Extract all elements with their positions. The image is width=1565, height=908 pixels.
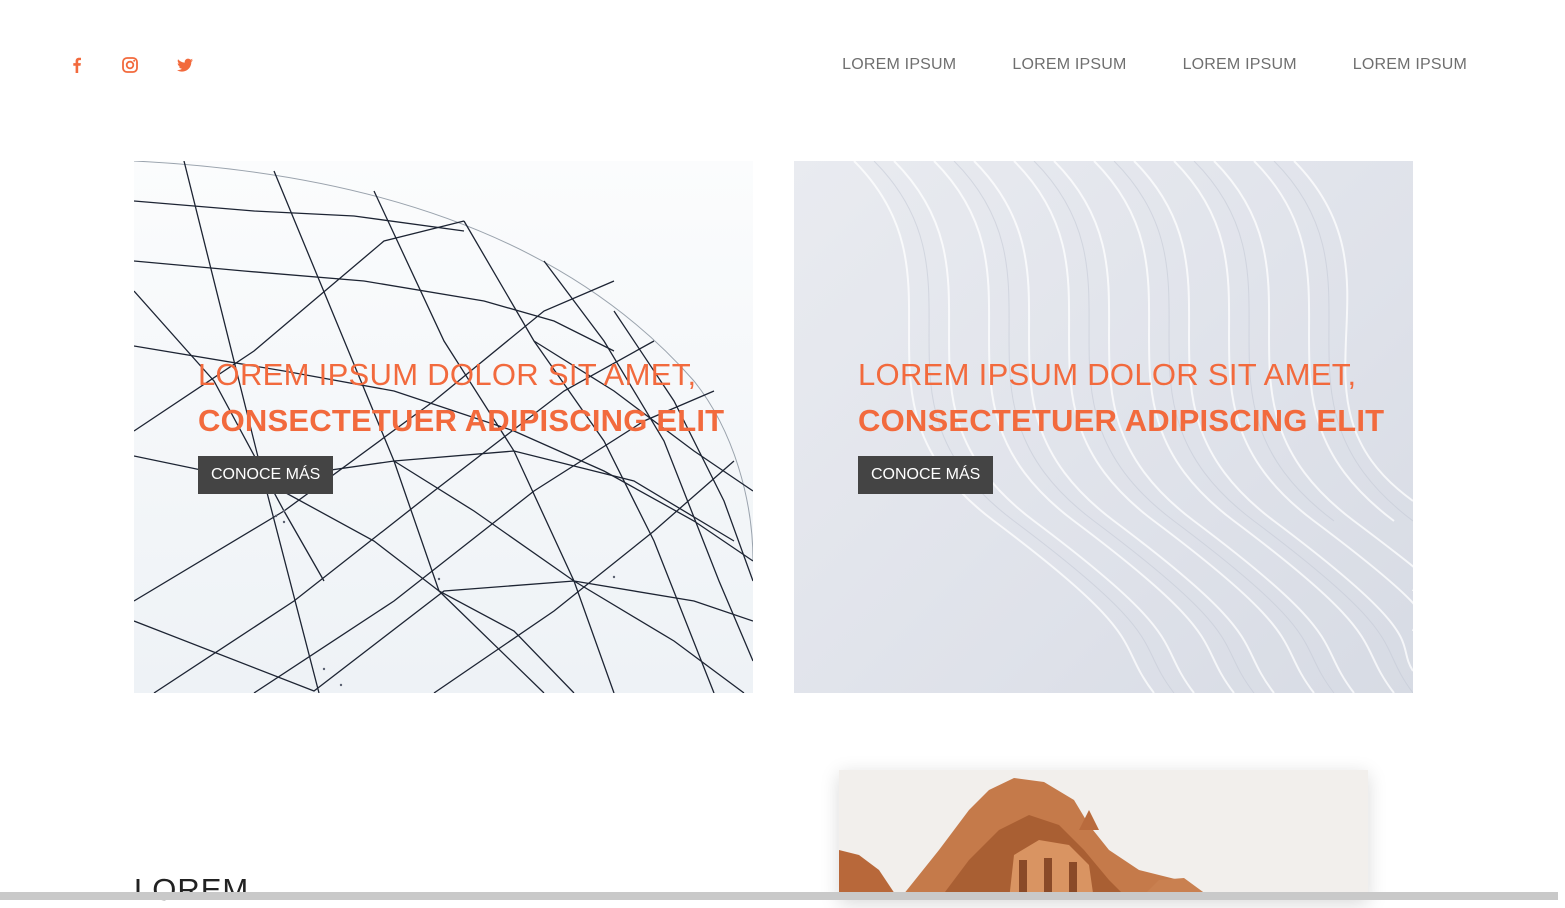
nav-item-1[interactable]: LOREM IPSUM [842, 56, 956, 74]
hero-title-line1: LOREM IPSUM DOLOR SIT AMET, [858, 357, 1357, 392]
nav-item-3[interactable]: LOREM IPSUM [1183, 56, 1297, 74]
conoce-mas-button[interactable]: CONOCE MÁS [858, 456, 994, 494]
nav-item-2[interactable]: LOREM IPSUM [1012, 56, 1126, 74]
hero-title-line2: CONSECTETUER ADIPISCING ELIT [858, 403, 1385, 438]
site-header: LOREM IPSUM LOREM IPSUM LOREM IPSUM LORE… [0, 0, 1565, 130]
horizontal-scrollbar[interactable] [0, 892, 1558, 900]
section-title: LOREM [134, 872, 250, 907]
facebook-icon[interactable] [68, 56, 86, 74]
hero-title-line2: CONSECTETUER ADIPISCING ELIT [198, 403, 725, 438]
hero-card-architecture: LOREM IPSUM DOLOR SIT AMET, CONSECTETUER… [134, 161, 753, 693]
twitter-icon[interactable] [176, 56, 194, 74]
hero-text: LOREM IPSUM DOLOR SIT AMET, CONSECTETUER… [858, 357, 1384, 494]
hero-card-waves: LOREM IPSUM DOLOR SIT AMET, CONSECTETUER… [794, 161, 1413, 693]
instagram-icon[interactable] [121, 56, 139, 74]
main-nav: LOREM IPSUM LOREM IPSUM LOREM IPSUM LORE… [842, 56, 1467, 74]
nav-item-4[interactable]: LOREM IPSUM [1353, 56, 1467, 74]
conoce-mas-button[interactable]: CONOCE MÁS [198, 456, 334, 494]
hero-text: LOREM IPSUM DOLOR SIT AMET, CONSECTETUER… [198, 357, 724, 494]
petra-temple-image [839, 770, 1368, 900]
hero-title-line1: LOREM IPSUM DOLOR SIT AMET, [198, 357, 697, 392]
